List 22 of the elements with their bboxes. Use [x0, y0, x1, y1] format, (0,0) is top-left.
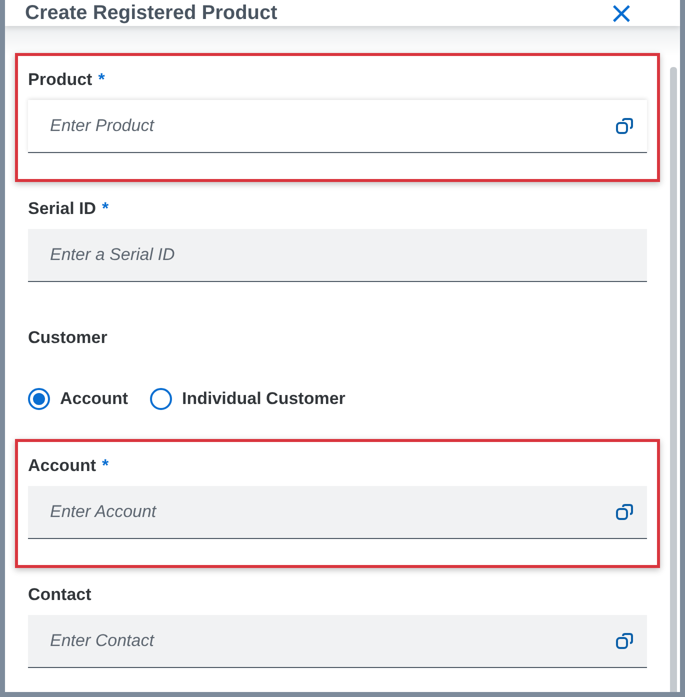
value-help-icon[interactable]: [615, 502, 635, 522]
close-button[interactable]: ×: [608, 2, 634, 26]
input-field[interactable]: Enter Account: [28, 486, 647, 539]
field-label: Contact: [28, 585, 92, 605]
radio-icon[interactable]: [28, 388, 50, 410]
input-field[interactable]: Enter Product: [28, 100, 647, 153]
input-field[interactable]: Enter Contact: [28, 615, 647, 668]
dialog-title: Create Registered Product: [25, 2, 278, 25]
field-label: Customer: [28, 328, 108, 348]
required-mark: *: [98, 70, 105, 89]
scrollbar[interactable]: [670, 67, 677, 692]
field-label: Serial ID: [28, 199, 96, 219]
radio-icon[interactable]: [150, 388, 172, 410]
input-field[interactable]: Enter a Serial ID: [28, 229, 647, 282]
radio-option[interactable]: Individual Customer: [150, 388, 346, 410]
value-help-icon[interactable]: [615, 116, 635, 136]
required-mark: *: [102, 456, 109, 475]
radio-option[interactable]: Account: [28, 388, 128, 410]
field-label: Account: [28, 456, 96, 476]
required-mark: *: [102, 199, 109, 218]
field-label: Product: [28, 70, 92, 90]
value-help-icon[interactable]: [615, 631, 635, 651]
